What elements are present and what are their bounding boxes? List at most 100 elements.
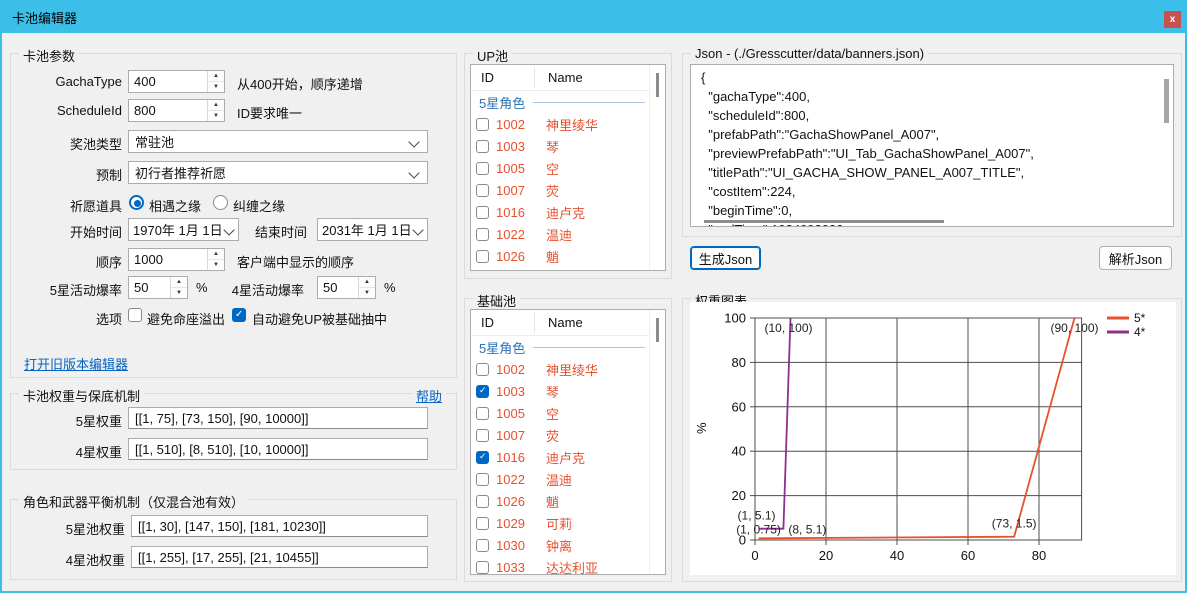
svg-text:0: 0 bbox=[751, 548, 758, 563]
close-button[interactable]: x bbox=[1164, 11, 1181, 28]
weight-chart: 020406080100020406080%5*4*(10, 100)(90, … bbox=[690, 302, 1176, 575]
group-title: 卡池权重与保底机制 bbox=[19, 386, 144, 405]
row-id: 1003 bbox=[496, 139, 538, 154]
generate-json-button[interactable]: 生成Json bbox=[690, 246, 761, 270]
spin-down-icon[interactable]: ▼ bbox=[171, 288, 187, 298]
gachatype-input[interactable]: 400 ▲ ▼ bbox=[128, 70, 225, 93]
row-checkbox[interactable] bbox=[476, 228, 489, 241]
pool-row-1022[interactable]: 1022温迪 bbox=[471, 468, 665, 490]
spin-down-icon[interactable]: ▼ bbox=[208, 111, 224, 121]
scheduleid-label: ScheduleId bbox=[12, 103, 122, 118]
pooltype-value: 常驻池 bbox=[135, 132, 174, 151]
row-checkbox[interactable] bbox=[476, 385, 489, 398]
spin-up-icon[interactable]: ▲ bbox=[359, 277, 375, 288]
row-checkbox[interactable] bbox=[476, 140, 489, 153]
titlebar: 卡池编辑器 x bbox=[2, 2, 1185, 33]
open-legacy-editor-link[interactable]: 打开旧版本编辑器 bbox=[24, 354, 128, 373]
order-input[interactable]: 1000 ▲ ▼ bbox=[128, 248, 225, 271]
checkbox-avoid-up-in-base[interactable] bbox=[232, 308, 246, 322]
weight4-label: 4星权重 bbox=[12, 442, 122, 461]
row-checkbox[interactable] bbox=[476, 407, 489, 420]
row-checkbox[interactable] bbox=[476, 250, 489, 263]
pool-row-1022[interactable]: 1022温迪 bbox=[471, 223, 665, 245]
pool-row-1030[interactable]: 1030钟离 bbox=[471, 534, 665, 556]
row-id: 1005 bbox=[496, 406, 538, 421]
svg-text:%: % bbox=[694, 422, 709, 434]
help-link[interactable]: 帮助 bbox=[412, 386, 446, 405]
radio-acquaint-fate[interactable] bbox=[129, 195, 144, 210]
pool-row-1003[interactable]: 1003琴 bbox=[471, 380, 665, 402]
spin-down-icon[interactable]: ▼ bbox=[359, 288, 375, 298]
scrollbar-thumb[interactable] bbox=[656, 73, 659, 97]
weight5-input[interactable]: [[1, 75], [73, 150], [90, 10000]] bbox=[128, 407, 428, 429]
pool-row-1029[interactable]: 1029可莉 bbox=[471, 512, 665, 534]
scrollbar[interactable] bbox=[649, 310, 665, 574]
pool-row-1002[interactable]: 1002神里绫华 bbox=[471, 113, 665, 135]
weight4-input[interactable]: [[1, 510], [8, 510], [10, 10000]] bbox=[128, 438, 428, 460]
spin-up-icon[interactable]: ▲ bbox=[208, 249, 224, 260]
row-id: 1033 bbox=[496, 560, 538, 575]
rate5-input[interactable]: 50 ▲ ▼ bbox=[128, 276, 188, 299]
spin-up-icon[interactable]: ▲ bbox=[171, 277, 187, 288]
preset-select[interactable]: 初行者推荐祈愿 bbox=[128, 161, 428, 184]
spinner: ▲ ▼ bbox=[207, 100, 224, 121]
spin-down-icon[interactable]: ▼ bbox=[208, 82, 224, 92]
row-checkbox[interactable] bbox=[476, 162, 489, 175]
pool-row-1007[interactable]: 1007荧 bbox=[471, 424, 665, 446]
spin-down-icon[interactable]: ▼ bbox=[208, 260, 224, 270]
order-hint: 客户端中显示的顺序 bbox=[237, 252, 354, 271]
rate4-unit: % bbox=[384, 280, 396, 295]
pool-row-1003[interactable]: 1003琴 bbox=[471, 135, 665, 157]
pool-row-1005[interactable]: 1005空 bbox=[471, 157, 665, 179]
scrollbar[interactable] bbox=[649, 65, 665, 270]
list-header: ID Name bbox=[471, 310, 665, 336]
row-name: 迪卢克 bbox=[546, 203, 585, 222]
scrollbar-thumb[interactable] bbox=[656, 318, 659, 342]
json-textarea[interactable]: { "gachaType":400, "scheduleId":800, "pr… bbox=[690, 64, 1174, 227]
window-title: 卡池编辑器 bbox=[12, 8, 77, 27]
pool-row-1033[interactable]: 1033达达利亚 bbox=[471, 556, 665, 575]
vertical-scrollbar-thumb[interactable] bbox=[1164, 79, 1169, 123]
parse-json-button[interactable]: 解析Json bbox=[1099, 246, 1172, 270]
row-checkbox[interactable] bbox=[476, 539, 489, 552]
pool-row-1026[interactable]: 1026魈 bbox=[471, 245, 665, 267]
row-checkbox[interactable] bbox=[476, 495, 489, 508]
svg-text:(73, 1.5): (73, 1.5) bbox=[992, 517, 1037, 531]
spin-up-icon[interactable]: ▲ bbox=[208, 71, 224, 82]
rate4-input[interactable]: 50 ▲ ▼ bbox=[317, 276, 376, 299]
row-checkbox[interactable] bbox=[476, 429, 489, 442]
svg-text:(8, 5.1): (8, 5.1) bbox=[788, 523, 826, 537]
row-checkbox[interactable] bbox=[476, 517, 489, 530]
svg-text:60: 60 bbox=[732, 399, 746, 414]
order-label: 顺序 bbox=[12, 252, 122, 271]
row-checkbox[interactable] bbox=[476, 206, 489, 219]
pool-row-1002[interactable]: 1002神里绫华 bbox=[471, 358, 665, 380]
spin-up-icon[interactable]: ▲ bbox=[208, 100, 224, 111]
pool5-input[interactable]: [[1, 30], [147, 150], [181, 10230]] bbox=[131, 515, 428, 537]
scheduleid-input[interactable]: 800 ▲ ▼ bbox=[128, 99, 225, 122]
row-id: 1022 bbox=[496, 472, 538, 487]
pool-row-1016[interactable]: 1016迪卢克 bbox=[471, 201, 665, 223]
row-checkbox[interactable] bbox=[476, 118, 489, 131]
radio-intertwined-fate[interactable] bbox=[213, 195, 228, 210]
row-checkbox[interactable] bbox=[476, 184, 489, 197]
chart-canvas: 020406080100020406080%5*4*(10, 100)(90, … bbox=[690, 302, 1176, 575]
pool-row-1005[interactable]: 1005空 bbox=[471, 402, 665, 424]
group-title: Json - (./Gresscutter/data/banners.json) bbox=[691, 46, 928, 61]
row-checkbox[interactable] bbox=[476, 363, 489, 376]
row-checkbox[interactable] bbox=[476, 451, 489, 464]
row-checkbox[interactable] bbox=[476, 473, 489, 486]
endtime-picker[interactable]: 2031年 1月 1日 bbox=[317, 218, 428, 241]
row-id: 1016 bbox=[496, 450, 538, 465]
checkbox-avoid-constellation-overflow[interactable] bbox=[128, 308, 142, 322]
pooltype-select[interactable]: 常驻池 bbox=[128, 130, 428, 153]
window: 卡池编辑器 x 卡池参数 卡池权重与保底机制 帮助 角色和武器平衡机制（仅混合池… bbox=[0, 0, 1187, 593]
rate5-value: 50 bbox=[129, 277, 170, 298]
pool-row-1026[interactable]: 1026魈 bbox=[471, 490, 665, 512]
pool-row-1007[interactable]: 1007荧 bbox=[471, 179, 665, 201]
pool-row-1016[interactable]: 1016迪卢克 bbox=[471, 446, 665, 468]
pool4-value: [[1, 255], [17, 255], [21, 10455]] bbox=[138, 550, 319, 565]
horizontal-scrollbar-thumb[interactable] bbox=[704, 220, 944, 223]
row-checkbox[interactable] bbox=[476, 561, 489, 574]
pool4-input[interactable]: [[1, 255], [17, 255], [21, 10455]] bbox=[131, 546, 428, 568]
